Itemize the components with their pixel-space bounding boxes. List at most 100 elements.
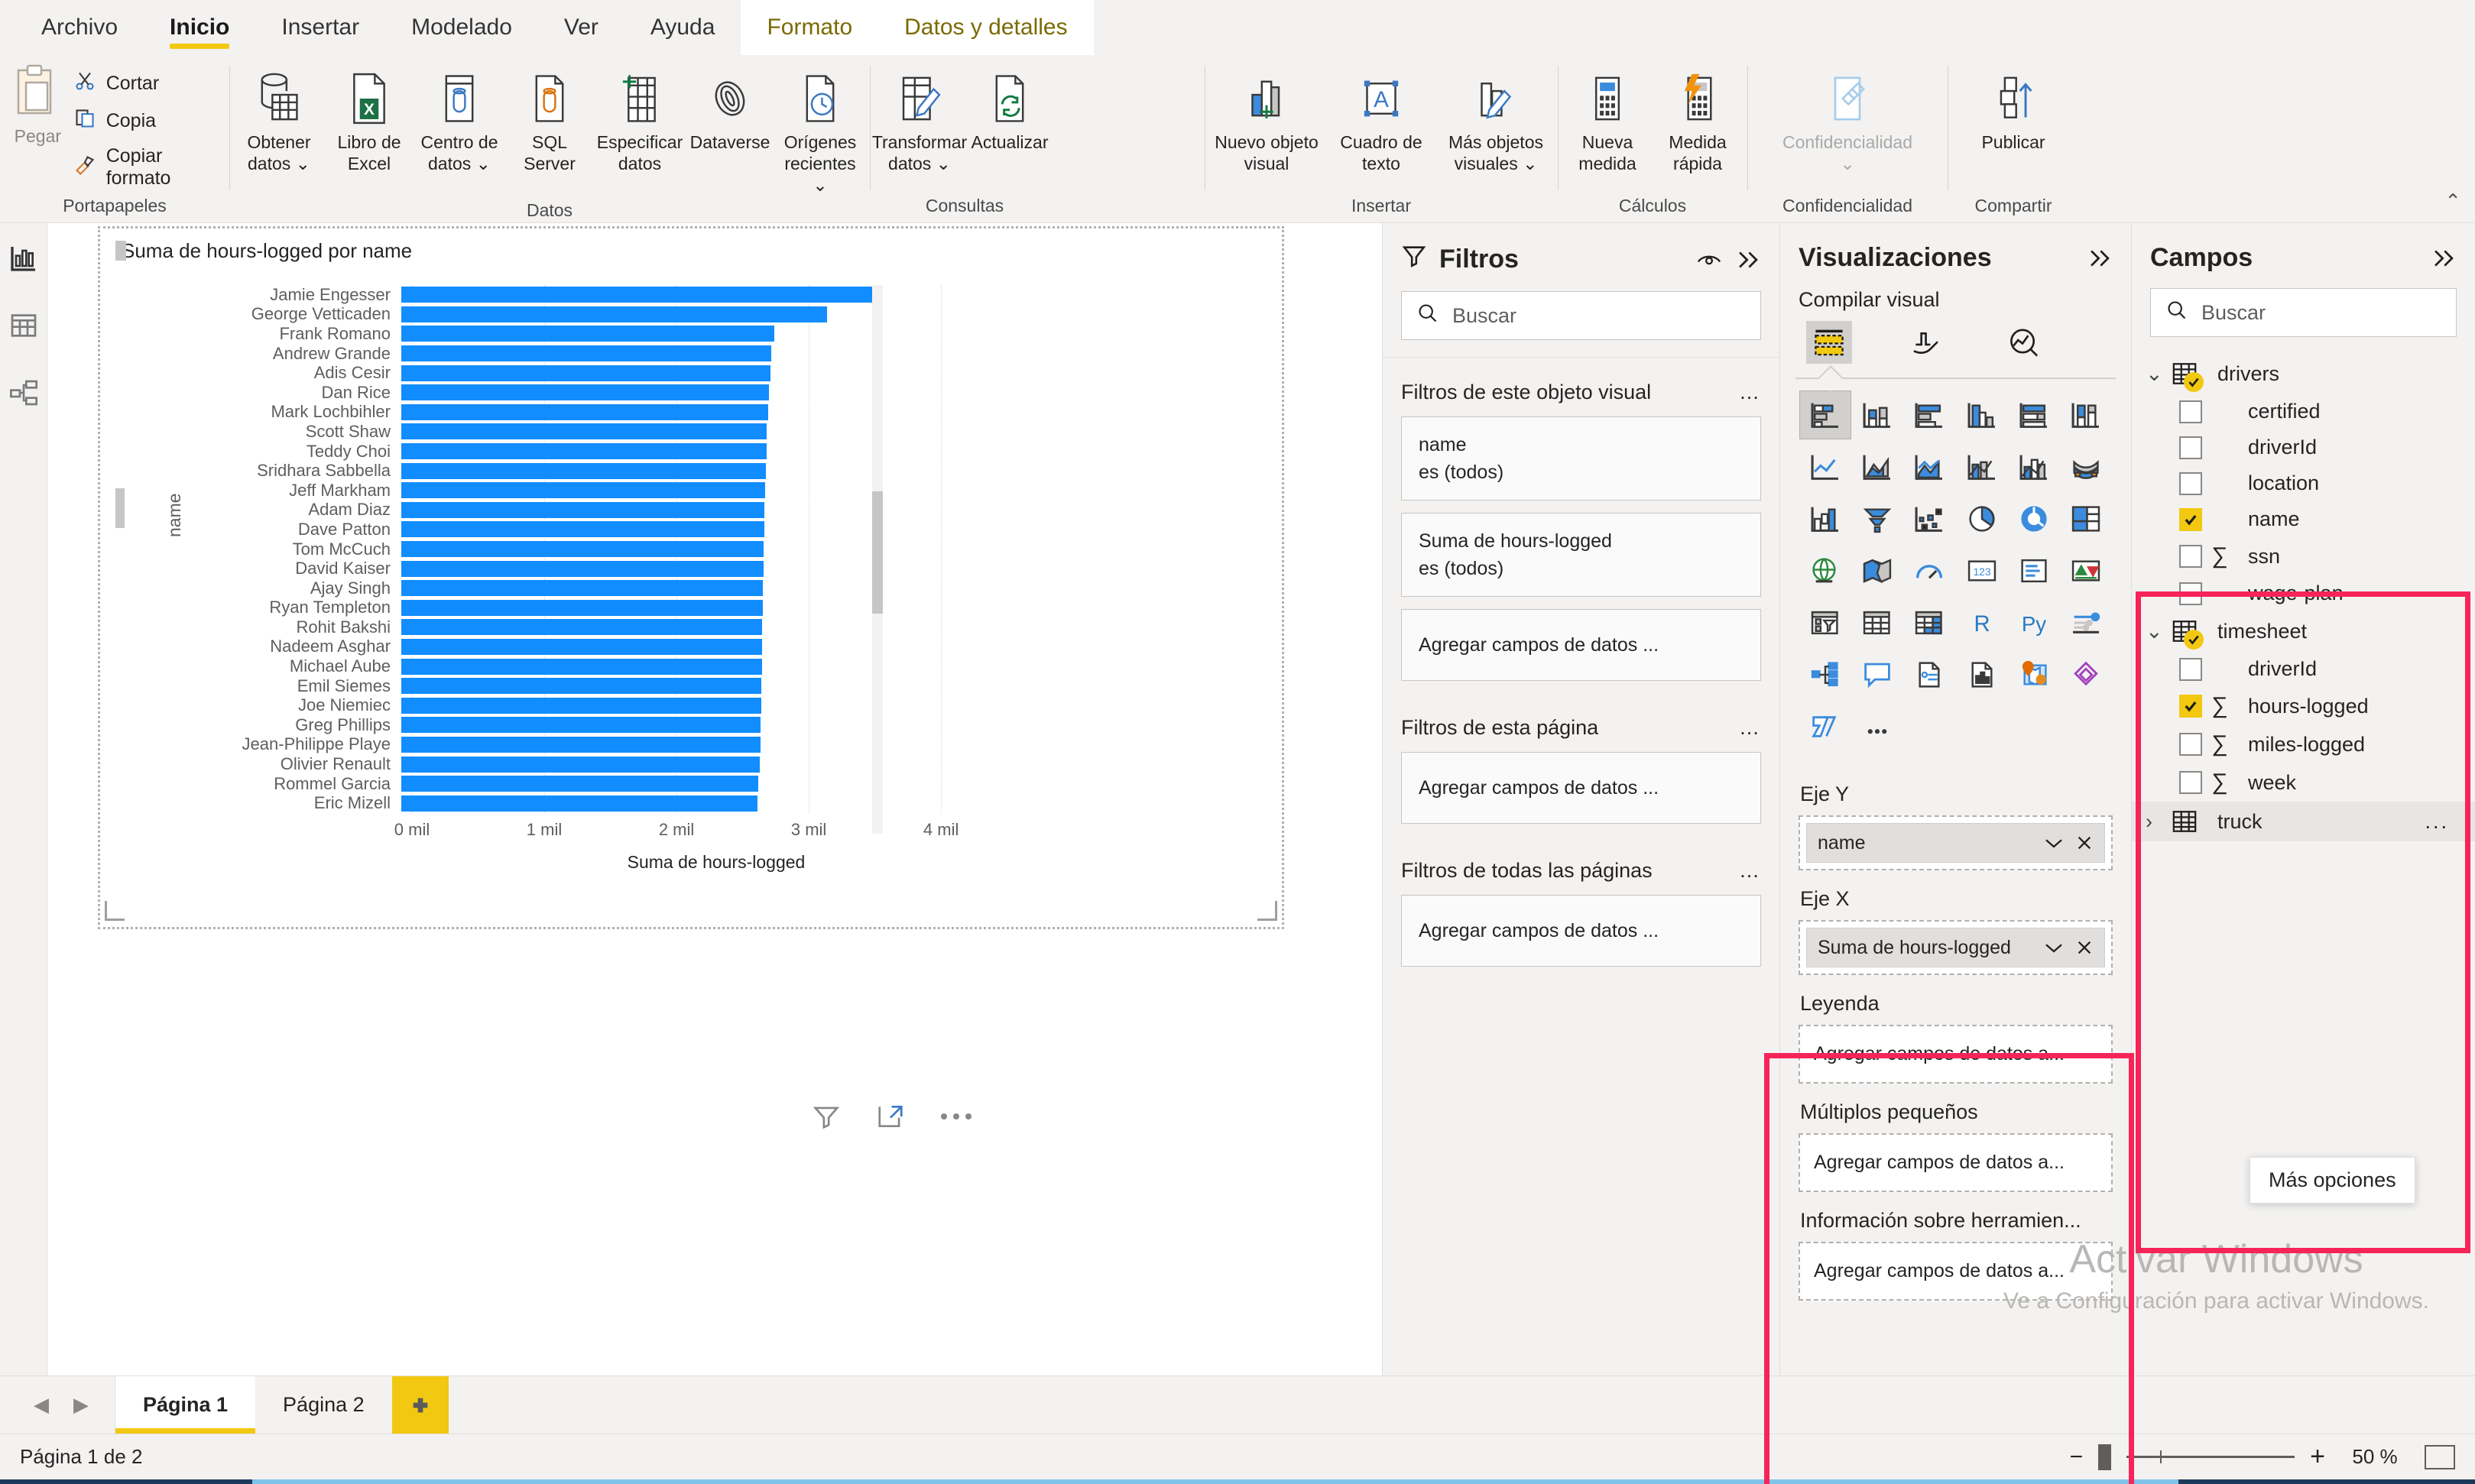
ribbon-tab-formato[interactable]: Formato — [741, 0, 879, 55]
stacked-column-chart-icon[interactable] — [1852, 391, 1902, 439]
text-box-button[interactable]: A Cuadro de texto — [1324, 61, 1439, 179]
table-row[interactable]: Sridhara Sabbella — [187, 461, 1043, 481]
table-row[interactable]: Nadeem Asghar — [187, 637, 1043, 657]
filters-page-more-icon[interactable]: … — [1739, 716, 1761, 740]
funnel-chart-icon[interactable] — [1852, 495, 1902, 543]
chart-bar[interactable] — [401, 560, 764, 577]
visual-resize-handle-left[interactable] — [115, 488, 125, 528]
donut-chart-icon[interactable] — [2009, 495, 2059, 543]
table-row[interactable]: George Vetticaden — [187, 304, 1043, 325]
format-painter-button[interactable]: Copiar formato — [74, 145, 217, 190]
transform-data-button[interactable]: Transformar datos ⌄ — [872, 61, 967, 179]
stacked-bar-chart-icon[interactable] — [1799, 390, 1852, 439]
python-visual-icon[interactable]: Py — [2009, 599, 2059, 646]
filter-dropzone-visual[interactable]: Agregar campos de datos ... — [1401, 609, 1761, 681]
table-row[interactable]: Teddy Choi — [187, 442, 1043, 462]
field-checkbox[interactable] — [2179, 657, 2202, 681]
treemap-icon[interactable] — [2061, 495, 2111, 543]
chart-bar[interactable] — [401, 658, 762, 675]
report-view-icon[interactable] — [5, 240, 42, 277]
ribbon-tab-ayuda[interactable]: Ayuda — [624, 0, 741, 55]
remove-field-icon[interactable] — [2075, 834, 2094, 851]
field-checkbox[interactable] — [2179, 507, 2202, 531]
table-icon[interactable] — [1852, 599, 1902, 646]
table-row[interactable]: Jean-Philippe Playe — [187, 734, 1043, 755]
add-page-button[interactable] — [391, 1376, 449, 1434]
zoom-in-button[interactable]: + — [2310, 1442, 2325, 1472]
chart-bar[interactable] — [401, 697, 761, 714]
card-123-icon[interactable]: 123 — [1956, 547, 2006, 595]
paginated-report-icon[interactable] — [1904, 651, 1954, 698]
clustered-bar-chart-icon[interactable] — [1904, 391, 1954, 439]
chart-bar[interactable] — [401, 599, 763, 616]
visual-vertical-scrollbar[interactable] — [872, 285, 883, 834]
filter-dropzone-all-pages[interactable]: Agregar campos de datos ... — [1401, 895, 1761, 967]
chart-bar[interactable] — [401, 717, 761, 734]
more-options-icon[interactable] — [940, 1111, 972, 1122]
field-checkbox[interactable] — [2179, 400, 2202, 423]
bar-chart-visual[interactable]: Suma de hours-logged por name name Jamie… — [114, 236, 959, 909]
data-hub-button[interactable]: Centro de datos ⌄ — [414, 61, 504, 179]
chart-bar[interactable] — [401, 423, 767, 440]
waterfall-chart-icon[interactable] — [1800, 495, 1851, 543]
chart-bar[interactable] — [401, 306, 828, 322]
fields-search-input[interactable]: Buscar — [2150, 288, 2457, 337]
smart-narrative-icon[interactable] — [1852, 651, 1902, 698]
chart-bar[interactable] — [401, 345, 772, 362]
table-row[interactable]: Scott Shaw — [187, 422, 1043, 442]
cut-button[interactable]: Cortar — [74, 70, 217, 97]
ribbon-tab-modelado[interactable]: Modelado — [385, 0, 538, 55]
remove-field-icon[interactable] — [2075, 939, 2094, 956]
filter-dropzone-page[interactable]: Agregar campos de datos ... — [1401, 752, 1761, 824]
field-checkbox[interactable] — [2179, 545, 2202, 568]
previous-page-icon[interactable]: ◀ — [34, 1393, 49, 1417]
matrix-icon[interactable] — [1904, 599, 1954, 646]
chart-bar[interactable] — [401, 678, 761, 695]
ribbon-tab-insertar[interactable]: Insertar — [255, 0, 385, 55]
ribbon-tab-datos-y-detalles[interactable]: Datos y detalles — [878, 0, 1094, 55]
hundred-percent-stacked-bar-icon[interactable] — [2009, 391, 2059, 439]
chart-bar[interactable] — [401, 521, 764, 538]
table-row[interactable]: Mark Lochbihler — [187, 402, 1043, 423]
field-checkbox[interactable] — [2179, 733, 2202, 756]
new-measure-button[interactable]: Nueva medida — [1562, 61, 1653, 179]
collapse-fields-pane-icon[interactable] — [2431, 247, 2457, 270]
excel-workbook-button[interactable]: X Libro de Excel — [324, 61, 414, 179]
table-row[interactable]: Jeff Markham — [187, 481, 1043, 501]
field-item-ssn[interactable]: ∑ ssn — [2132, 537, 2475, 575]
well-multiplos-pequenos[interactable]: Agregar campos de datos a... — [1799, 1133, 2113, 1192]
kpi-icon[interactable] — [2061, 547, 2111, 595]
more-visuals-dots-icon[interactable] — [1852, 703, 1902, 750]
ribbon-tab-inicio[interactable]: Inicio — [144, 0, 255, 55]
chart-bar[interactable] — [401, 736, 761, 753]
gauge-icon[interactable] — [1904, 547, 1954, 595]
page-tab-pagina-2[interactable]: Página 2 — [255, 1376, 392, 1434]
next-page-icon[interactable]: ▶ — [73, 1393, 89, 1417]
chart-bar[interactable] — [401, 482, 765, 499]
chevron-down-icon[interactable] — [2043, 835, 2065, 851]
field-chip-name[interactable]: name — [1806, 823, 2105, 863]
area-chart-icon[interactable] — [1852, 443, 1902, 491]
table-row[interactable]: Greg Phillips — [187, 715, 1043, 735]
field-item-hours-logged[interactable]: ∑ hours-logged — [2132, 687, 2475, 725]
filter-card-hours-logged[interactable]: Suma de hours-logged es (todos) — [1401, 513, 1761, 597]
fields-table-truck[interactable]: › truck... — [2132, 802, 2475, 841]
azure-map-icon[interactable] — [2009, 651, 2059, 698]
dataverse-button[interactable]: Dataverse — [685, 61, 775, 157]
chart-bar[interactable] — [401, 326, 774, 342]
map-globe-icon[interactable] — [1800, 547, 1851, 595]
field-item-location[interactable]: location — [2132, 465, 2475, 501]
table-row[interactable]: Michael Aube — [187, 656, 1043, 676]
table-row[interactable]: Ajay Singh — [187, 578, 1043, 598]
well-eje-x[interactable]: Suma de hours-logged — [1799, 920, 2113, 975]
table-row[interactable]: Rohit Bakshi — [187, 617, 1043, 637]
new-visual-button[interactable]: Nuevo objeto visual — [1209, 61, 1324, 179]
line-clustered-column-icon[interactable] — [2009, 443, 2059, 491]
ribbon-tab-archivo[interactable]: Archivo — [15, 0, 144, 55]
sensitivity-button[interactable]: Confidencialidad ⌄ — [1752, 61, 1943, 179]
fields-build-icon[interactable] — [1806, 321, 1852, 364]
chart-bar[interactable] — [401, 365, 770, 381]
zoom-slider-track[interactable] — [2126, 1450, 2295, 1463]
r-script-visual-icon[interactable]: R — [1956, 599, 2006, 646]
chart-bar[interactable] — [401, 541, 764, 558]
